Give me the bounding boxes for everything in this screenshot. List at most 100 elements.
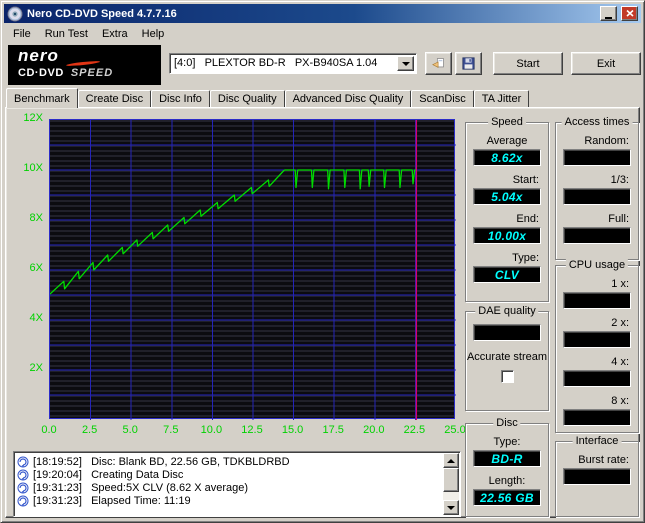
log-entry[interactable]: [19:31:23] Elapsed Time: 11:19 [17,494,441,507]
tab-ta-jitter[interactable]: TA Jitter [473,90,530,107]
log-entry-icon [17,469,29,480]
x-axis-tick: 15.0 [281,424,304,436]
menu-file[interactable]: File [6,26,38,42]
dae-quality-panel: DAE quality Accurate stream [465,305,549,411]
cpu-8x-label: 8 x: [611,395,629,407]
x-axis-tick: 12.5 [241,424,263,436]
cpu-2x-label: 2 x: [611,317,629,329]
accurate-stream-label: Accurate stream [466,351,548,363]
cpu-4x-display [563,370,631,387]
tab-strip: Benchmark Create Disc Disc Info Disc Qua… [6,88,530,108]
y-axis-tick: 6X [29,262,43,274]
speed-panel-title: Speed [488,116,526,128]
x-axis-tick: 17.5 [322,424,344,436]
x-axis-tick: 10.0 [200,424,223,436]
speed-type-label: Type: [512,252,539,264]
log-entry[interactable]: [19:31:23] Speed:5X CLV (8.62 X average) [17,481,441,494]
tab-create-disc[interactable]: Create Disc [77,90,152,107]
chart-plot [49,119,456,420]
log-entry-icon [17,482,29,493]
cpu-1x-display [563,292,631,309]
log-entry-icon [17,456,29,467]
cpu-4x-label: 4 x: [611,356,629,368]
y-axis-tick: 2X [29,362,43,374]
log-entry[interactable]: [18:19:52] Disc: Blank BD, 22.56 GB, TDK… [17,455,441,468]
access-times-panel: Access times Random: 1/3: Full: [555,116,639,260]
window-title: Nero CD-DVD Speed 4.7.7.16 [27,7,177,20]
x-axis-tick: 0.0 [41,424,57,436]
benchmark-chart: 2X 4X 6X 8X 10X 12X 0.0 2.5 5.0 7.5 10.0 12.5 15.0 1… [13,112,465,445]
arrow-down-icon [447,505,455,510]
dae-quality-display [473,324,541,341]
toolbar: nero CD·DVD SPEED [4:0] PLEXTOR BD-R PX-… [4,43,641,87]
x-axis-tick: 7.5 [163,424,179,436]
dae-quality-title: DAE quality [475,305,539,317]
chart-x-labels: 0.0 2.5 5.0 7.5 10.0 12.5 15.0 17.5 20.0 22.5 25.0 [41,424,465,438]
menu-extra[interactable]: Extra [95,26,135,42]
interface-panel-title: Interface [572,435,622,447]
disc-type-display: BD-R [473,450,541,467]
hand-disc-icon [432,58,444,68]
y-axis-tick: 12X [23,112,43,124]
random-access-display [563,149,631,166]
cpu-1x-label: 1 x: [611,278,629,290]
logo-cddvd-text: CD·DVD [18,67,64,79]
full-access-label: Full: [608,213,629,225]
tab-disc-quality[interactable]: Disc Quality [209,90,285,107]
drive-selector[interactable]: [4:0] PLEXTOR BD-R PX-B940SA 1.04 [169,53,417,74]
save-button[interactable] [455,52,482,75]
disc-type-label: Type: [493,436,521,448]
accurate-stream-checkbox[interactable] [500,370,514,383]
menu-run-test[interactable]: Run Test [38,26,95,42]
cpu-usage-title: CPU usage [565,259,629,271]
cpu-2x-display [563,331,631,348]
y-axis-tick: 8X [29,212,43,224]
arrow-up-icon [447,458,455,463]
close-button[interactable] [621,6,638,21]
log-entry[interactable]: [19:20:04] Creating Data Disc [17,468,441,481]
tab-disc-info[interactable]: Disc Info [151,90,210,107]
y-axis-tick: 10X [23,162,43,174]
interface-panel: Interface Burst rate: [555,435,639,517]
app-icon [7,6,23,22]
menu-help[interactable]: Help [135,26,172,42]
drive-selector-value: [4:0] PLEXTOR BD-R PX-B940SA 1.04 [174,57,378,69]
menu-bar: File Run Test Extra Help [4,24,641,43]
x-axis-tick: 5.0 [122,424,138,436]
scroll-up-button[interactable] [443,453,459,468]
tab-benchmark[interactable]: Benchmark [6,88,78,108]
average-speed-display: 8.62x [473,149,541,166]
chart-y-labels: 2X 4X 6X 8X 10X 12X [13,112,45,427]
minimize-button[interactable] [600,6,617,21]
access-times-title: Access times [561,116,633,128]
log-scrollbar[interactable] [443,453,459,515]
cpu-8x-display [563,409,631,426]
average-label: Average [486,135,528,147]
random-access-label: Random: [584,135,629,147]
start-speed-label: Start: [512,174,539,186]
log-listbox[interactable]: [18:19:52] Disc: Blank BD, 22.56 GB, TDK… [13,451,461,517]
x-axis-tick: 20.0 [363,424,385,436]
log-entry-icon [17,495,29,506]
start-button[interactable]: Start [493,52,563,75]
disc-length-label: Length: [488,475,526,487]
end-speed-label: End: [516,213,539,225]
cpu-usage-panel: CPU usage 1 x: 2 x: 4 x: 8 x: [555,259,639,433]
tab-advanced-disc-quality[interactable]: Advanced Disc Quality [284,90,412,107]
scroll-down-button[interactable] [443,500,459,515]
drive-selector-dropdown-button[interactable] [397,56,414,71]
tab-scandisc[interactable]: ScanDisc [411,90,474,107]
close-icon [625,10,634,17]
burst-rate-display [563,468,631,485]
exit-button[interactable]: Exit [571,52,641,75]
speed-type-display: CLV [473,266,541,283]
eject-button[interactable] [425,52,452,75]
third-access-label: 1/3: [610,174,629,186]
title-bar[interactable]: Nero CD-DVD Speed 4.7.7.16 [4,4,641,23]
scrollbar-track[interactable] [443,468,459,500]
logo-speed-text: SPEED [70,67,114,79]
disc-length-display: 22.56 GB [473,489,541,506]
third-access-display [563,188,631,205]
y-axis-tick: 4X [29,312,43,324]
scrollbar-thumb[interactable] [443,468,459,492]
